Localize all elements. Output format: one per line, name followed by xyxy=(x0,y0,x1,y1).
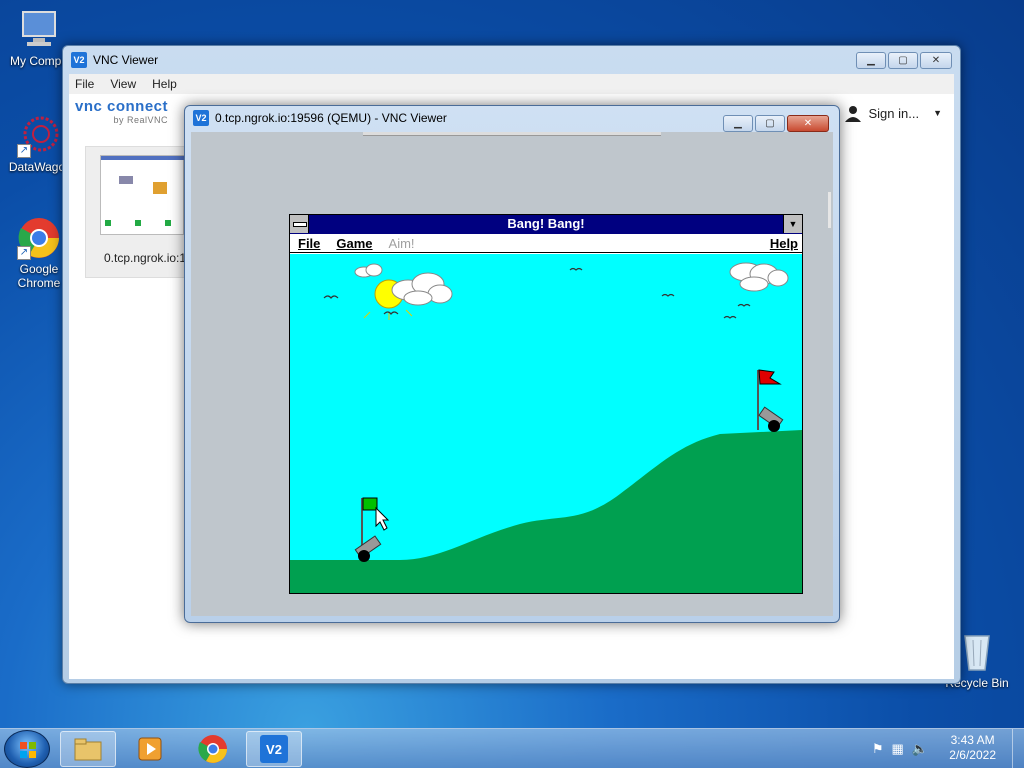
vnc-menubar: File View Help xyxy=(69,74,954,94)
sign-in-button[interactable]: Sign in... ▼ xyxy=(844,104,942,122)
computer-icon xyxy=(17,8,61,52)
game-scene xyxy=(290,262,802,593)
menu-view[interactable]: View xyxy=(110,77,136,91)
thumbnail-preview xyxy=(100,155,185,235)
session-title: 0.tcp.ngrok.io:19596 (QEMU) - VNC Viewer xyxy=(215,111,447,125)
taskbar-explorer-button[interactable] xyxy=(60,731,116,767)
maximize-button[interactable]: ▢ xyxy=(755,115,785,132)
bang-bang-window: Bang! Bang! ▼ File Game Aim! Help xyxy=(289,214,803,594)
chrome-icon: ↗ xyxy=(17,216,61,260)
hill-terrain xyxy=(290,430,802,593)
remote-scrollbar[interactable] xyxy=(828,192,831,228)
shortcut-arrow-icon: ↗ xyxy=(17,144,31,158)
remote-screen[interactable]: Bang! Bang! ▼ File Game Aim! Help xyxy=(191,132,833,616)
vnc-logo-icon: V2 xyxy=(71,52,87,68)
vnc-logo-icon: V2 xyxy=(260,735,288,763)
remote-toolbar-strip xyxy=(363,132,661,136)
vnc-logo-icon: V2 xyxy=(193,110,209,126)
close-button[interactable]: ✕ xyxy=(787,115,829,132)
chevron-down-icon: ▼ xyxy=(933,108,942,118)
minimize-button[interactable]: ▁ xyxy=(856,52,886,69)
media-player-icon xyxy=(138,737,162,761)
session-titlebar[interactable]: V2 0.tcp.ngrok.io:19596 (QEMU) - VNC Vie… xyxy=(193,110,447,126)
bang-bang-titlebar[interactable]: Bang! Bang! ▼ xyxy=(290,215,802,234)
taskbar: V2 ⚑ ▦ 🔈 3:43 AM 2/6/2022 xyxy=(0,728,1024,768)
vnc-viewer-titlebar[interactable]: V2 VNC Viewer xyxy=(63,46,960,74)
brand-text: vnc connect xyxy=(75,98,169,115)
player-cannon-icon xyxy=(354,497,382,562)
user-icon xyxy=(845,106,862,122)
network-icon[interactable]: ▦ xyxy=(892,741,904,757)
windows-logo-icon xyxy=(20,742,36,758)
show-desktop-button[interactable] xyxy=(1012,729,1024,768)
connection-thumbnail[interactable]: 0.tcp.ngrok.io:1 xyxy=(85,146,189,278)
sign-in-label: Sign in... xyxy=(868,105,920,121)
close-button[interactable]: ✕ xyxy=(920,52,952,69)
system-tray: ⚑ ▦ 🔈 xyxy=(872,741,928,757)
minimize-button[interactable]: ▁ xyxy=(723,115,753,132)
thumbnail-label: 0.tcp.ngrok.io:1 xyxy=(104,251,187,265)
taskbar-media-player-button[interactable] xyxy=(122,731,178,767)
vnc-connect-logo: vnc connect by RealVNC xyxy=(75,98,168,125)
clock[interactable]: 3:43 AM 2/6/2022 xyxy=(949,733,996,763)
vnc-session-window: V2 0.tcp.ngrok.io:19596 (QEMU) - VNC Vie… xyxy=(184,105,840,623)
minimize-button[interactable]: ▼ xyxy=(783,215,802,233)
menu-file[interactable]: File xyxy=(75,77,94,91)
menu-help[interactable]: Help xyxy=(770,236,798,251)
system-menu-button[interactable] xyxy=(290,215,309,233)
clock-time: 3:43 AM xyxy=(950,733,995,747)
maximize-button[interactable]: ▢ xyxy=(888,52,918,69)
action-center-icon[interactable]: ⚑ xyxy=(872,741,884,757)
app-title: Bang! Bang! xyxy=(507,216,585,231)
menu-help[interactable]: Help xyxy=(152,77,177,91)
window-title: VNC Viewer xyxy=(93,53,159,67)
recycle-bin-icon xyxy=(955,630,999,674)
chrome-icon xyxy=(198,735,227,763)
folder-icon xyxy=(74,738,102,761)
cloud-icon xyxy=(729,262,789,292)
start-button[interactable] xyxy=(4,730,50,768)
shortcut-arrow-icon: ↗ xyxy=(17,246,31,260)
cursor-icon xyxy=(375,506,390,531)
menu-file[interactable]: File xyxy=(298,236,320,251)
app-menubar: File Game Aim! Help xyxy=(290,234,802,253)
volume-icon[interactable]: 🔈 xyxy=(912,741,928,757)
game-canvas[interactable] xyxy=(290,254,802,593)
datawagon-icon: ↗ xyxy=(17,114,61,158)
clock-date: 2/6/2022 xyxy=(949,748,996,762)
taskbar-chrome-button[interactable] xyxy=(185,731,241,767)
cloud-icon xyxy=(354,263,383,278)
menu-aim: Aim! xyxy=(388,235,415,251)
enemy-cannon-icon xyxy=(757,369,784,432)
menu-game[interactable]: Game xyxy=(336,236,372,251)
brand-sub-text: by RealVNC xyxy=(113,115,169,125)
taskbar-vnc-button[interactable]: V2 xyxy=(246,731,302,767)
